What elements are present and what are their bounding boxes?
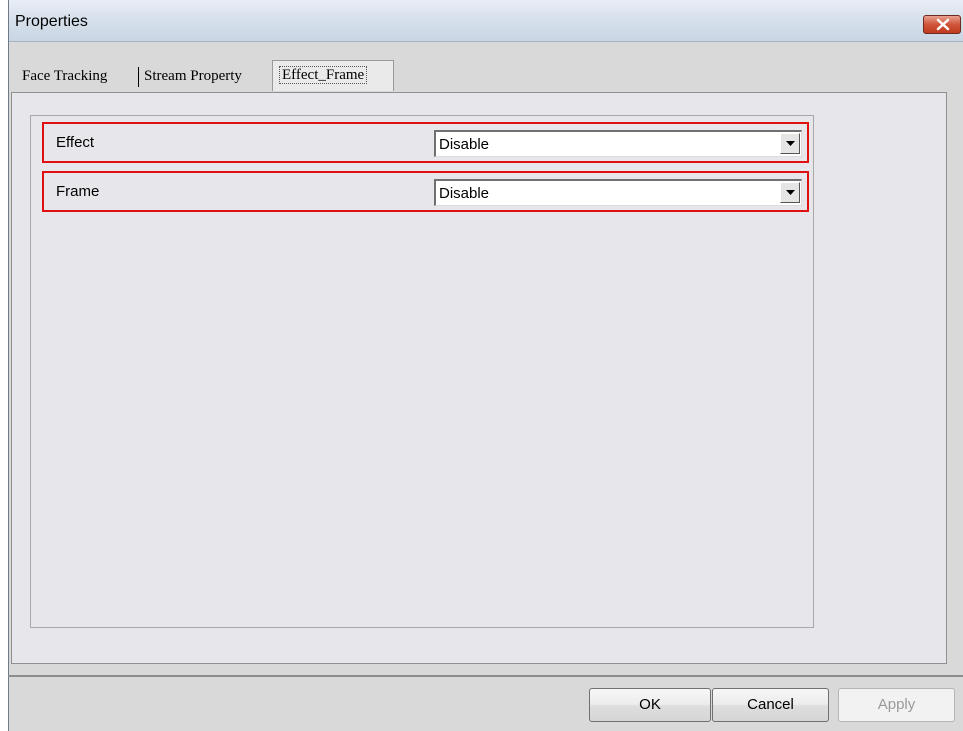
title-bar[interactable]: Properties — [9, 0, 963, 42]
frame-setting-row: Frame Disable — [42, 171, 809, 212]
tab-effect-frame[interactable]: Effect_Frame — [272, 60, 394, 91]
effect-dropdown[interactable]: Disable — [434, 130, 802, 157]
chevron-down-icon — [786, 190, 795, 195]
effect-label: Effect — [56, 134, 95, 151]
tab-stream-property[interactable]: Stream Property — [138, 62, 272, 91]
close-button[interactable] — [923, 15, 961, 34]
frame-dropdown-value: Disable — [439, 185, 490, 202]
window-title: Properties — [15, 13, 88, 30]
frame-label: Frame — [56, 183, 100, 200]
chevron-down-icon — [786, 141, 795, 146]
effect-setting-row: Effect Disable — [42, 122, 809, 163]
ok-button[interactable]: OK — [589, 688, 711, 722]
effect-dropdown-button[interactable] — [780, 133, 800, 154]
cancel-button[interactable]: Cancel — [712, 688, 829, 722]
apply-button[interactable]: Apply — [838, 688, 955, 722]
tab-effect-frame-label: Effect_Frame — [279, 66, 368, 84]
frame-dropdown[interactable]: Disable — [434, 179, 802, 206]
footer-divider — [8, 675, 963, 677]
close-icon — [936, 18, 950, 31]
tab-face-tracking[interactable]: Face Tracking — [11, 62, 138, 91]
effect-dropdown-value: Disable — [439, 136, 490, 153]
frame-dropdown-button[interactable] — [780, 182, 800, 203]
